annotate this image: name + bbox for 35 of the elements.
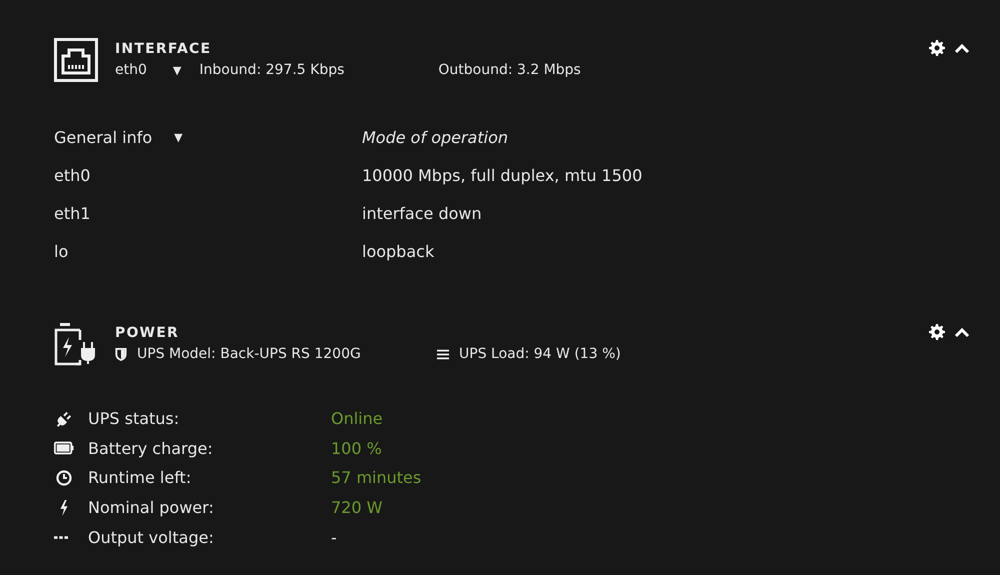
column-header: Mode of operation (362, 128, 508, 146)
settings-icon[interactable] (929, 324, 945, 340)
ups-load: UPS Load: 94 W (13 %) (459, 346, 621, 362)
settings-icon[interactable] (929, 40, 945, 56)
shield-icon (115, 348, 127, 360)
column-dropdown[interactable]: General info ▼ (54, 128, 362, 146)
interface-dropdown[interactable]: eth0 ▼ (115, 62, 200, 78)
ups-model: UPS Model: Back-UPS RS 1200G (137, 346, 362, 362)
table-cell: 10000 Mbps, full duplex, mtu 1500 (362, 166, 642, 184)
outbound-rate: Outbound: 3.2 Mbps (438, 62, 581, 78)
table-cell: loopback (362, 242, 434, 260)
inbound-rate: Inbound: 297.5 Kbps (199, 62, 346, 78)
field-label: Runtime left: (88, 468, 192, 488)
field-label: UPS status: (88, 409, 180, 428)
field-value: 57 minutes (331, 468, 422, 488)
table-cell-text: lo (54, 242, 70, 260)
ethernet-port-icon (54, 38, 98, 82)
table-cell-text: eth0 (54, 166, 92, 184)
table-cell-text: eth1 (54, 204, 92, 222)
field-value: - (331, 528, 337, 547)
section-title: INTERFACE (115, 40, 212, 58)
field-value: 100 % (331, 438, 382, 458)
table-cell: interface down (362, 204, 482, 222)
field-label: Nominal power: (88, 498, 215, 518)
field-label: Output voltage: (88, 528, 215, 547)
field-label: Battery charge: (88, 438, 214, 458)
battery-icon (54, 440, 74, 456)
battery-plug-icon (54, 322, 98, 366)
plug-icon (54, 410, 74, 427)
field-value: Online (331, 409, 383, 428)
field-value: 720 W (331, 498, 382, 518)
section-title: POWER (115, 324, 180, 342)
list-icon (437, 348, 449, 360)
ellipsis-icon (54, 536, 68, 539)
clock-icon (54, 470, 74, 486)
